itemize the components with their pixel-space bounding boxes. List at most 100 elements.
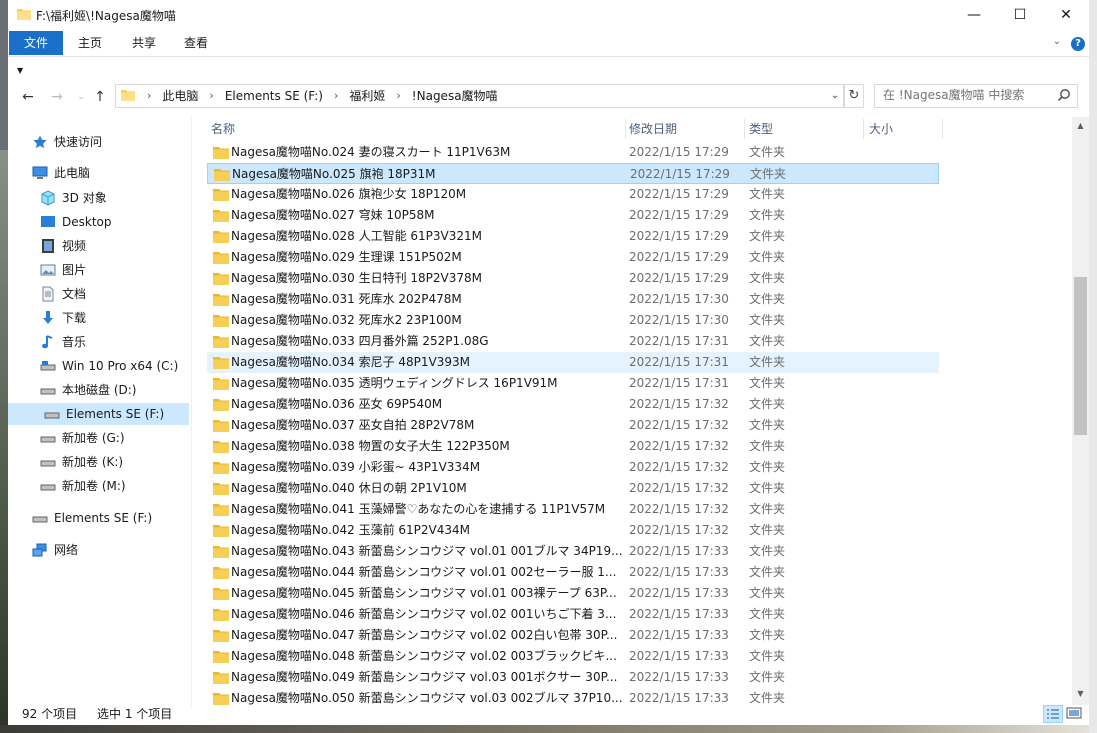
file-row[interactable]: Nagesa魔物喵No.041 玉藻婦警♡あなたの心を逮捕する 11P1V57M… xyxy=(207,499,939,520)
file-date: 2022/1/15 17:31 xyxy=(629,334,729,348)
file-type: 文件夹 xyxy=(749,670,786,684)
nav-item-drive-k[interactable]: 新加卷 (K:) xyxy=(40,451,123,473)
large-icons-view-button[interactable] xyxy=(1065,705,1085,723)
details-view-button[interactable] xyxy=(1043,705,1063,723)
file-row[interactable]: Nagesa魔物喵No.048 新蕾島シンコウジマ vol.02 003ブラック… xyxy=(207,646,939,667)
nav-item-desktop[interactable]: Desktop xyxy=(40,211,112,233)
tab-file[interactable]: 文件 xyxy=(9,31,63,55)
file-row[interactable]: Nagesa魔物喵No.036 巫女 69P540M 2022/1/15 17:3… xyxy=(207,394,939,415)
file-date: 2022/1/15 17:31 xyxy=(629,376,729,390)
file-name: Nagesa魔物喵No.038 物置の女子大生 122P350M xyxy=(231,439,510,453)
address-bar[interactable]: › 此电脑 › Elements SE (F:) › 福利姬 › !Nagesa… xyxy=(115,84,844,108)
maximize-icon: ☐ xyxy=(1013,7,1027,23)
search-input[interactable] xyxy=(875,85,1053,105)
file-row[interactable]: Nagesa魔物喵No.030 生日特刊 18P2V378M 2022/1/15 … xyxy=(207,268,939,289)
download-icon xyxy=(40,310,56,326)
folder-icon xyxy=(213,399,229,411)
file-row[interactable]: Nagesa魔物喵No.035 透明ウェディングドレス 16P1V91M 2022… xyxy=(207,373,939,394)
breadcrumb-this-pc[interactable]: 此电脑 xyxy=(156,85,204,107)
address-dropdown-chevron-icon[interactable]: ⌄ xyxy=(827,86,843,106)
nav-item-videos[interactable]: 视频 xyxy=(40,235,86,257)
column-date-modified[interactable]: 修改日期 xyxy=(625,117,743,141)
ribbon-expand-chevron-icon[interactable]: ⌄ xyxy=(1050,36,1064,50)
file-row[interactable]: Nagesa魔物喵No.045 新蕾島シンコウジマ vol.01 003裸テープ… xyxy=(207,583,939,604)
nav-item-this-pc[interactable]: 此电脑 xyxy=(32,162,90,184)
file-type: 文件夹 xyxy=(749,649,786,663)
file-row[interactable]: Nagesa魔物喵No.031 死库水 202P478M 2022/1/15 17… xyxy=(207,289,939,310)
nav-item-network[interactable]: 网络 xyxy=(32,539,78,561)
column-size[interactable]: 大小 xyxy=(865,117,939,141)
file-row[interactable]: Nagesa魔物喵No.034 索尼子 48P1V393M 2022/1/15 1… xyxy=(207,352,939,373)
nav-item-pictures[interactable]: 图片 xyxy=(40,259,86,281)
nav-item-quick-access[interactable]: 快速访问 xyxy=(32,131,102,153)
breadcrumb-chevron-icon[interactable]: › xyxy=(329,85,343,107)
file-row[interactable]: Nagesa魔物喵No.024 妻の寝スカート 11P1V63M 2022/1/1… xyxy=(207,142,939,163)
folder-icon xyxy=(214,169,230,181)
column-type[interactable]: 类型 xyxy=(745,117,863,141)
nav-item-drive-f[interactable]: Elements SE (F:) xyxy=(8,403,189,425)
file-date: 2022/1/15 17:29 xyxy=(629,271,729,285)
file-row[interactable]: Nagesa魔物喵No.047 新蕾島シンコウジマ vol.02 002白い包帯… xyxy=(207,625,939,646)
file-row[interactable]: Nagesa魔物喵No.049 新蕾島シンコウジマ vol.03 001ボクサー… xyxy=(207,667,939,688)
tab-view[interactable]: 查看 xyxy=(172,31,220,55)
help-icon[interactable]: ? xyxy=(1071,37,1085,51)
file-row[interactable]: Nagesa魔物喵No.028 人工智能 61P3V321M 2022/1/15 … xyxy=(207,226,939,247)
file-row[interactable]: Nagesa魔物喵No.033 四月番外篇 252P1.08G 2022/1/15… xyxy=(207,331,939,352)
minimize-button[interactable]: — xyxy=(951,0,997,30)
tab-home[interactable]: 主页 xyxy=(66,31,114,55)
file-name: Nagesa魔物喵No.024 妻の寝スカート 11P1V63M xyxy=(231,145,511,159)
file-row[interactable]: Nagesa魔物喵No.038 物置の女子大生 122P350M 2022/1/1… xyxy=(207,436,939,457)
file-row[interactable]: Nagesa魔物喵No.043 新蕾島シンコウジマ vol.01 001ブルマ … xyxy=(207,541,939,562)
scroll-up-arrow-icon[interactable]: ▲ xyxy=(1072,117,1089,134)
file-name: Nagesa魔物喵No.037 巫女自拍 28P2V78M xyxy=(231,418,475,432)
pane-divider[interactable] xyxy=(191,117,192,707)
file-row[interactable]: Nagesa魔物喵No.037 巫女自拍 28P2V78M 2022/1/15 1… xyxy=(207,415,939,436)
close-button[interactable]: ✕ xyxy=(1043,0,1089,30)
drive-icon xyxy=(40,430,56,446)
breadcrumb-chevron-icon[interactable]: › xyxy=(142,85,156,107)
file-row[interactable]: Nagesa魔物喵No.044 新蕾島シンコウジマ vol.01 002セーラー… xyxy=(207,562,939,583)
column-name[interactable]: 名称 xyxy=(207,117,625,141)
file-row[interactable]: Nagesa魔物喵No.029 生理课 151P502M 2022/1/15 17… xyxy=(207,247,939,268)
nav-item-drive-m[interactable]: 新加卷 (M:) xyxy=(40,475,126,497)
search-icon[interactable] xyxy=(1057,88,1071,102)
file-row[interactable]: Nagesa魔物喵No.042 玉藻前 61P2V434M 2022/1/15 1… xyxy=(207,520,939,541)
file-row[interactable]: Nagesa魔物喵No.040 休日の朝 2P1V10M 2022/1/15 17… xyxy=(207,478,939,499)
forward-arrow-icon[interactable]: → xyxy=(47,87,67,107)
file-date: 2022/1/15 17:32 xyxy=(629,397,729,411)
maximize-button[interactable]: ☐ xyxy=(997,0,1043,30)
breadcrumb-folder-parent[interactable]: 福利姬 xyxy=(343,85,391,107)
file-date: 2022/1/15 17:29 xyxy=(629,208,729,222)
up-arrow-icon[interactable]: ↑ xyxy=(90,87,110,107)
breadcrumb-chevron-icon[interactable]: › xyxy=(391,85,405,107)
folder-icon xyxy=(213,231,229,243)
recent-locations-chevron-icon[interactable]: ⌄ xyxy=(71,87,91,107)
nav-item-music[interactable]: 音乐 xyxy=(40,331,86,353)
file-row[interactable]: Nagesa魔物喵No.046 新蕾島シンコウジマ vol.02 001いちご下… xyxy=(207,604,939,625)
tab-share[interactable]: 共享 xyxy=(120,31,168,55)
nav-item-downloads[interactable]: 下载 xyxy=(40,307,86,329)
file-row[interactable]: Nagesa魔物喵No.039 小彩蛋~ 43P1V334M 2022/1/15 … xyxy=(207,457,939,478)
nav-item-drive-c[interactable]: Win 10 Pro x64 (C:) xyxy=(40,355,178,377)
file-row[interactable]: Nagesa魔物喵No.032 死库水2 23P100M 2022/1/15 17… xyxy=(207,310,939,331)
refresh-icon[interactable]: ↻ xyxy=(844,84,864,108)
customize-toolbar-icon[interactable]: ▼ xyxy=(17,66,23,75)
file-row[interactable]: Nagesa魔物喵No.027 穹妹 10P58M 2022/1/15 17:29… xyxy=(207,205,939,226)
nav-item-external-drive-f[interactable]: Elements SE (F:) xyxy=(32,507,152,529)
column-divider[interactable] xyxy=(942,119,943,139)
scroll-down-arrow-icon[interactable]: ▼ xyxy=(1072,685,1089,702)
column-divider[interactable] xyxy=(863,119,864,139)
nav-item-drive-g[interactable]: 新加卷 (G:) xyxy=(40,427,125,449)
breadcrumb-chevron-icon[interactable]: › xyxy=(204,85,218,107)
details-view-icon xyxy=(1047,709,1059,719)
vertical-scrollbar[interactable]: ▲ ▼ xyxy=(1072,117,1089,705)
back-arrow-icon[interactable]: ← xyxy=(18,87,38,107)
breadcrumb-drive[interactable]: Elements SE (F:) xyxy=(219,85,329,107)
nav-item-documents[interactable]: 文档 xyxy=(40,283,86,305)
file-row[interactable]: Nagesa魔物喵No.025 旗袍 18P31M 2022/1/15 17:29… xyxy=(207,163,939,184)
nav-item-drive-d[interactable]: 本地磁盘 (D:) xyxy=(40,379,136,401)
nav-item-3d-objects[interactable]: 3D 对象 xyxy=(40,187,107,209)
breadcrumb-folder-current[interactable]: !Nagesa魔物喵 xyxy=(406,85,504,107)
file-row[interactable]: Nagesa魔物喵No.026 旗袍少女 18P120M 2022/1/15 17… xyxy=(207,184,939,205)
scrollbar-thumb[interactable] xyxy=(1074,277,1087,435)
